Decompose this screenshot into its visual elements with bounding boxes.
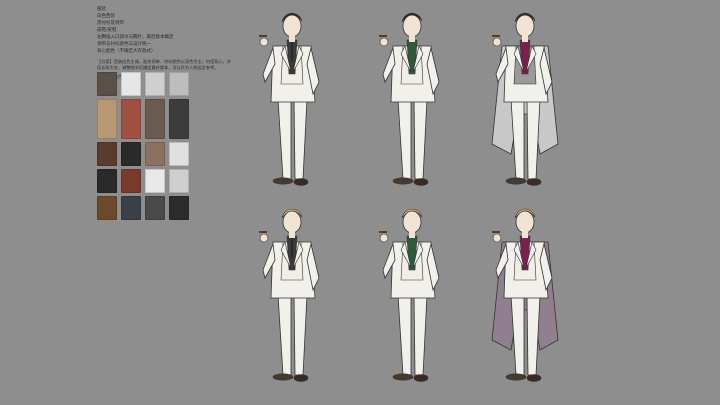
note-paragraph: 【方案】西装白色主调，配合领带、衬衫颜色以深色为主，内搭背心，外搭长款大衣，调整… — [97, 59, 232, 70]
note-line: 皮鞋/皮鞋 — [97, 28, 117, 33]
character-figure-4 — [245, 200, 340, 395]
reference-thumbnail — [97, 196, 117, 220]
reference-image-grid — [97, 72, 189, 220]
character-figure-5 — [365, 200, 460, 395]
design-notes: 服装 白色西装 黑衬衫及领带 皮鞋/皮鞋 左胸插入口袋巾与胸针，最后版本确定 领… — [97, 6, 232, 80]
reference-thumbnail — [169, 72, 189, 96]
reference-thumbnail — [145, 169, 165, 193]
character-figure-2 — [365, 4, 460, 199]
reference-thumbnail — [97, 99, 117, 139]
reference-thumbnail — [169, 99, 189, 139]
reference-thumbnail — [145, 142, 165, 166]
note-line: 背心配色（不确定大衣款式） — [97, 49, 156, 54]
reference-thumbnail — [121, 169, 141, 193]
note-line: 领带与衬衫颜色与设计统一 — [97, 42, 151, 47]
character-figure-1 — [245, 4, 340, 199]
character-figure-6 — [478, 200, 573, 395]
reference-thumbnail — [97, 169, 117, 193]
note-line: 左胸插入口袋巾与胸针，最后版本确定 — [97, 35, 174, 40]
note-line: 黑衬衫及领带 — [97, 21, 124, 26]
reference-thumbnail — [169, 196, 189, 220]
reference-thumbnail — [97, 142, 117, 166]
reference-thumbnail — [169, 169, 189, 193]
reference-thumbnail — [145, 72, 165, 96]
character-figure-3 — [478, 4, 573, 199]
note-line: 服装 — [97, 7, 106, 12]
reference-thumbnail — [97, 72, 117, 96]
reference-thumbnail — [145, 99, 165, 139]
reference-thumbnail — [169, 142, 189, 166]
reference-thumbnail — [121, 142, 141, 166]
reference-thumbnail — [121, 72, 141, 96]
note-line: 白色西装 — [97, 14, 115, 19]
reference-thumbnail — [121, 196, 141, 220]
reference-thumbnail — [121, 99, 141, 139]
reference-thumbnail — [145, 196, 165, 220]
